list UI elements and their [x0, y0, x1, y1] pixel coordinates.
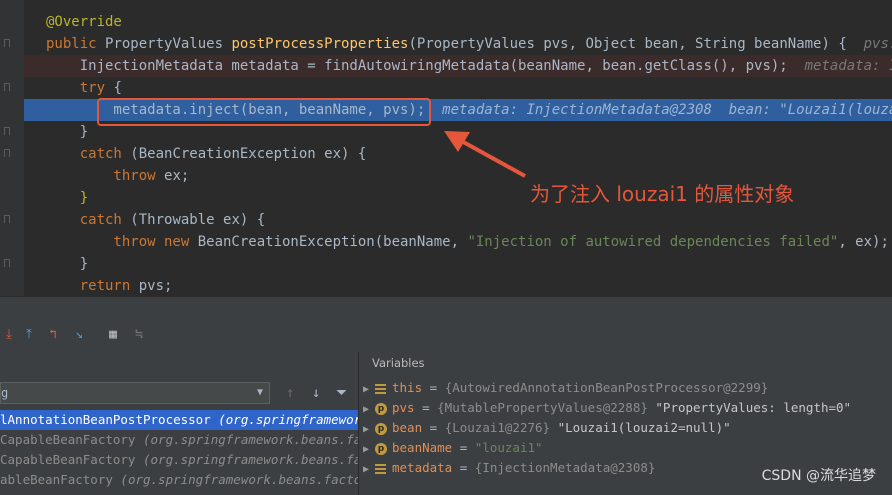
code-token: } — [46, 124, 89, 140]
frame-row[interactable]: CapableBeanFactory (org.springframework.… — [0, 430, 358, 450]
code-line: return pvs; — [46, 275, 173, 296]
code-token: public — [46, 36, 106, 52]
filter-icon[interactable]: ⏷ — [336, 382, 347, 404]
expand-icon[interactable]: ▶ — [363, 440, 375, 460]
fold-marker[interactable] — [4, 127, 10, 135]
panel-divider[interactable] — [0, 296, 892, 319]
debug-toolbar: ⤓ ⤒ ↰ ↘ ▦ ≒ — [0, 318, 892, 353]
evaluate-expression-icon[interactable]: ▦ — [104, 326, 122, 344]
fold-marker[interactable] — [4, 83, 10, 91]
drop-frame-icon[interactable]: ↰ — [44, 326, 62, 344]
code-token: } — [46, 256, 89, 272]
thread-selector-value: g — [1, 386, 9, 400]
step-out-icon[interactable]: ⤒ — [20, 326, 38, 344]
code-token: "Injection of autowired dependencies fai… — [467, 234, 839, 250]
trace-stream-icon[interactable]: ≒ — [130, 326, 148, 344]
frame-row[interactable]: lAnnotationBeanPostProcessor (org.spring… — [0, 410, 358, 430]
variable-row[interactable]: ▶ p bean = {Louzai1@2276} "Louzai1(louzai2… — [359, 418, 731, 438]
frames-panel: g ▼ ↑ ↓ ⏷ lAnnotationBeanPostProcessor (… — [0, 352, 359, 495]
code-line: } — [46, 187, 88, 209]
code-token: (PropertyValues pvs, Object bean, String… — [408, 36, 864, 52]
fold-marker[interactable] — [4, 259, 10, 267]
frame-row[interactable]: ableBeanFactory (org.springframework.bea… — [0, 470, 358, 490]
code-line: throw new BeanCreationException(beanName… — [46, 231, 889, 253]
chevron-down-icon: ▼ — [256, 387, 263, 398]
code-token: throw new — [46, 234, 198, 250]
expand-icon[interactable]: ▶ — [363, 420, 375, 440]
code-line: } — [46, 253, 88, 275]
code-token: catch — [46, 212, 131, 228]
arrow-up-icon[interactable]: ↑ — [286, 382, 294, 404]
run-to-cursor-icon[interactable]: ↘ — [70, 326, 88, 344]
parameter-icon: p — [375, 402, 387, 415]
code-line: catch (BeanCreationException ex) { — [46, 143, 367, 165]
parameter-icon: p — [375, 442, 387, 455]
variable-row[interactable]: ▶ this = {AutowiredAnnotationBeanPostProc… — [359, 378, 768, 398]
code-line: public PropertyValues postProcessPropert… — [46, 33, 892, 55]
code-line: catch (Throwable ex) { — [46, 209, 265, 231]
thread-selector[interactable]: g ▼ — [0, 382, 270, 404]
variable-row[interactable]: ▶ p beanName = "louzai1" — [359, 438, 543, 458]
highlight-box — [97, 98, 431, 126]
fold-marker[interactable] — [4, 39, 10, 47]
variable-row[interactable]: ▶ metadata = {InjectionMetadata@2308} — [359, 458, 655, 478]
parameter-icon: p — [375, 422, 387, 435]
fold-marker[interactable] — [4, 149, 10, 157]
code-line: InjectionMetadata metadata = findAutowir… — [46, 55, 892, 77]
code-token: InjectionMetadata metadata = findAutowir… — [46, 58, 805, 74]
code-token: @Override — [46, 14, 122, 30]
expand-icon[interactable]: ▶ — [363, 400, 375, 420]
step-into-icon[interactable]: ⤓ — [0, 326, 18, 344]
code-token: throw — [46, 168, 165, 184]
arrow-down-icon[interactable]: ↓ — [312, 382, 320, 404]
code-token: postProcessProperties — [231, 36, 409, 52]
frame-row[interactable]: CapableBeanFactory (org.springframework.… — [0, 450, 358, 470]
field-icon — [375, 462, 386, 476]
code-token: PropertyValues — [105, 36, 232, 52]
expand-icon[interactable]: ▶ — [363, 380, 375, 400]
code-token: metadata: InjectionMetadata@2308 bean: "… — [442, 102, 892, 118]
code-token: ex; — [164, 168, 190, 184]
editor-gutter — [0, 0, 24, 296]
code-token: { — [113, 80, 122, 96]
code-token: BeanCreationException(beanName, — [197, 234, 468, 250]
code-token: pvs: "Pro — [863, 36, 892, 52]
code-token: try — [46, 80, 114, 96]
expand-icon[interactable]: ▶ — [363, 460, 375, 480]
code-token: pvs; — [138, 278, 173, 294]
code-token: metadata: Injec — [804, 58, 892, 74]
annotation-note: 为了注入 louzai1 的属性对象 — [530, 182, 795, 206]
code-editor[interactable]: @Override public PropertyValues postProce… — [0, 0, 892, 296]
fold-marker[interactable] — [4, 215, 10, 223]
code-line: @Override — [46, 11, 122, 33]
code-line: try { — [46, 77, 122, 99]
variable-row[interactable]: ▶ p pvs = {MutablePropertyValues@2288} "Pr… — [359, 398, 851, 418]
code-line: throw ex; — [46, 165, 189, 187]
annotation-arrow-icon — [444, 131, 526, 178]
code-token: } — [46, 190, 89, 206]
code-token: (Throwable ex) { — [130, 212, 266, 228]
variables-title: Variables — [372, 356, 425, 370]
code-token: catch — [46, 146, 131, 162]
code-line: } — [46, 121, 88, 143]
field-icon — [375, 382, 386, 396]
watermark: CSDN @流华追梦 — [761, 468, 876, 484]
code-token: , ex); — [838, 234, 889, 250]
code-token: return — [46, 278, 139, 294]
code-token: (BeanCreationException ex) { — [130, 146, 367, 162]
